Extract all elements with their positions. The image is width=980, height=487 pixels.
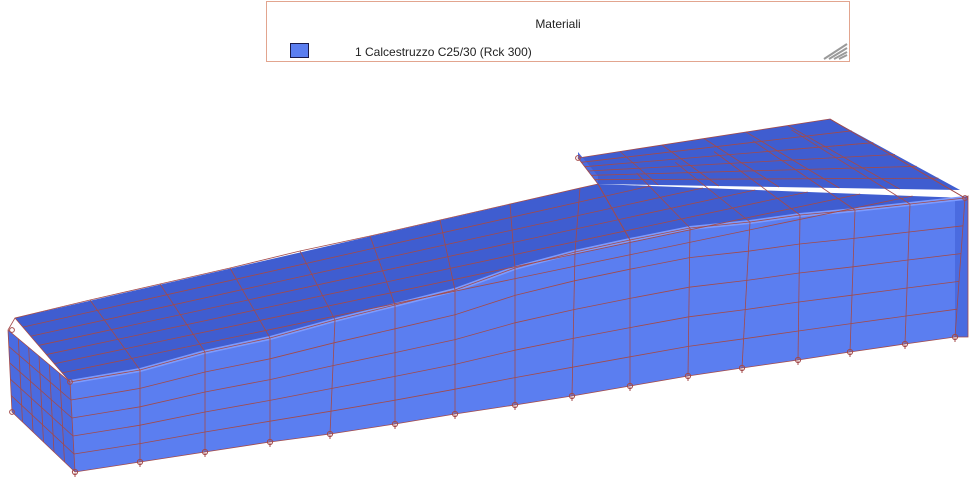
right-end-face: [955, 196, 968, 337]
concrete-mesh-solid: [8, 119, 968, 472]
corner-node: [9, 327, 15, 333]
3d-model-viewport[interactable]: [0, 0, 980, 487]
